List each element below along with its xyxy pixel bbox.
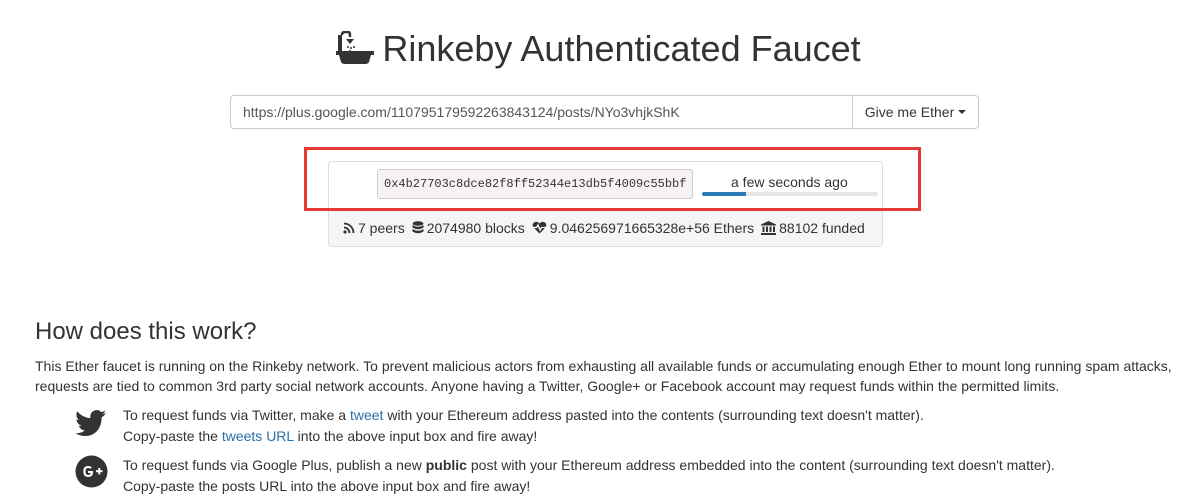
request-progress-bar [702, 192, 878, 196]
pending-address: 0x4b27703c8dce82f8ff52344e13db5f4009c55b… [377, 169, 694, 199]
give-me-ether-button[interactable]: Give me Ether [852, 95, 979, 129]
peers-stat: 7 peers [343, 220, 405, 236]
howto-heading: How does this work? [35, 318, 257, 345]
twitter-instructions: To request funds via Twitter, make a twe… [75, 405, 924, 447]
funded-stat: 88102 funded [761, 220, 865, 236]
request-progress-fill [702, 192, 746, 196]
request-time: a few seconds ago [731, 174, 848, 190]
google-plus-instructions: To request funds via Google Plus, publis… [75, 455, 1055, 497]
gplus-line-2: Copy-paste the posts URL into the above … [123, 478, 531, 494]
twitter-line-1: To request funds via Twitter, make a twe… [123, 407, 924, 423]
faucet-stats: 7 peers 2074980 blocks 9.046256971665328… [329, 208, 882, 246]
twitter-line-2: Copy-paste the tweets URL into the above… [123, 428, 538, 444]
title-text: Rinkeby Authenticated Faucet [382, 28, 861, 69]
database-icon [412, 220, 424, 233]
ethers-stat: 9.046256971665328e+56 Ethers [532, 220, 754, 236]
peers-count: 7 peers [358, 219, 405, 236]
blocks-stat: 2074980 blocks [412, 220, 525, 236]
caret-down-icon [958, 110, 967, 114]
page-title: Rinkeby Authenticated Faucet [0, 28, 1197, 74]
tweet-link[interactable]: tweet [350, 407, 383, 423]
url-input[interactable] [230, 95, 852, 129]
request-form: Give me Ether [230, 95, 979, 129]
gplus-line-1: To request funds via Google Plus, publis… [123, 457, 1055, 473]
bath-icon [336, 30, 375, 74]
heartbeat-icon [532, 221, 547, 234]
request-queue: 0x4b27703c8dce82f8ff52344e13db5f4009c55b… [329, 162, 882, 209]
give-me-ether-label: Give me Ether [864, 104, 955, 120]
blocks-count: 2074980 blocks [426, 219, 525, 236]
howto-description: This Ether faucet is running on the Rink… [35, 358, 1172, 394]
tweets-url-link[interactable]: tweets URL [222, 428, 294, 444]
rss-icon [343, 222, 355, 234]
funded-count: 88102 funded [779, 219, 865, 236]
twitter-icon [75, 410, 106, 436]
bank-icon [761, 220, 777, 235]
ethers-amount: 9.046256971665328e+56 Ethers [549, 219, 755, 236]
public-emphasis: public [425, 457, 467, 473]
faucet-status-panel: 0x4b27703c8dce82f8ff52344e13db5f4009c55b… [328, 161, 883, 247]
google-plus-icon [75, 455, 108, 488]
